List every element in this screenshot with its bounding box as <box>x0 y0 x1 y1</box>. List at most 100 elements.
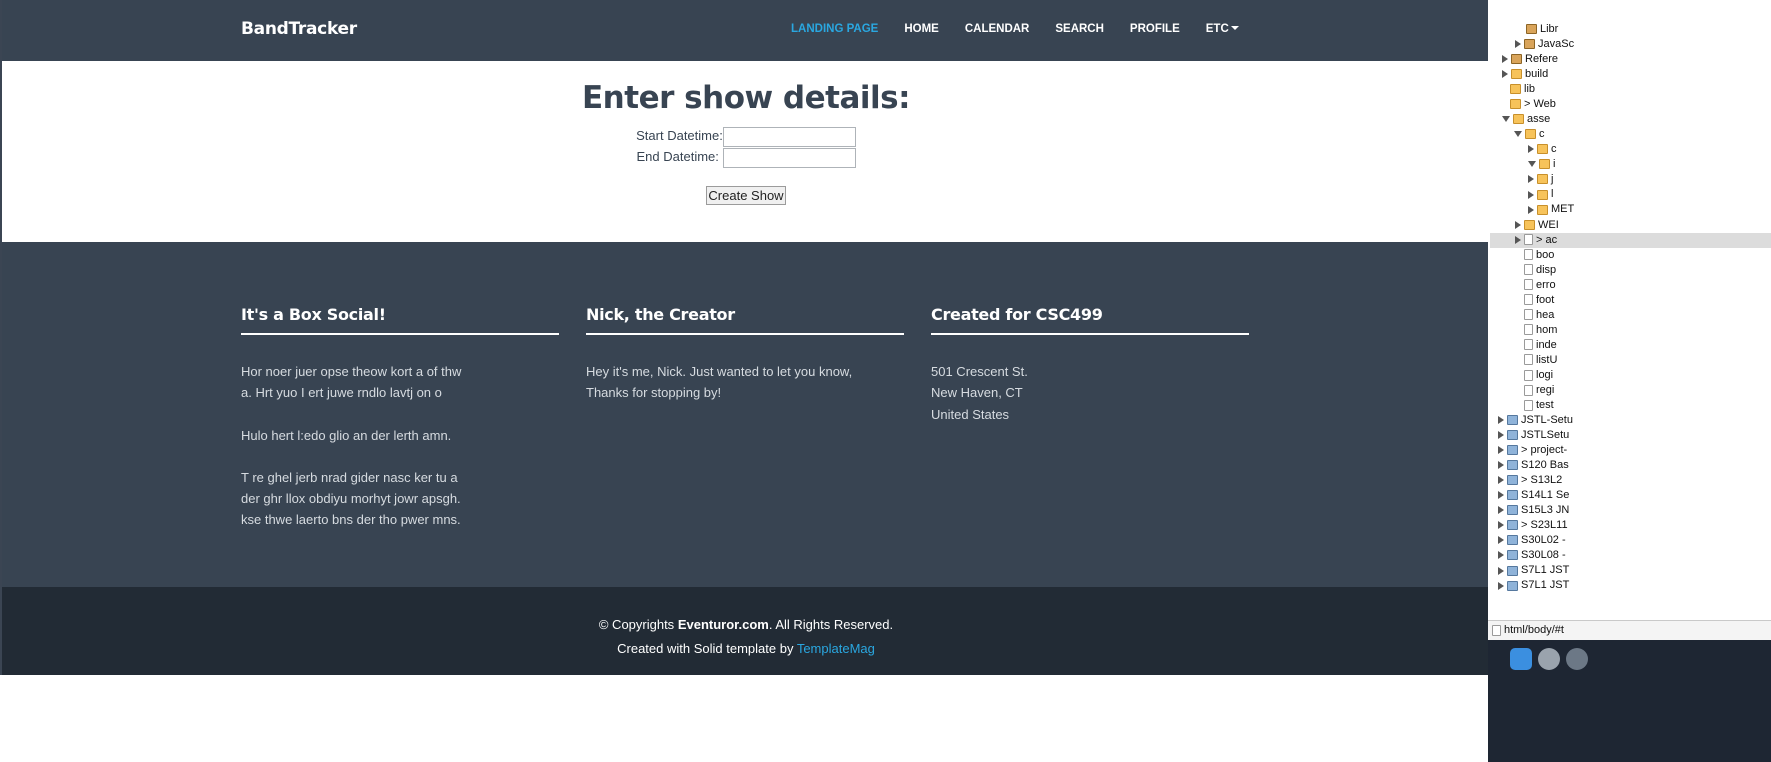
app-icon[interactable] <box>1566 648 1588 670</box>
tree-item[interactable]: i <box>1528 157 1771 172</box>
expanded-arrow-icon[interactable] <box>1502 116 1510 123</box>
tree-item-label: build <box>1525 68 1549 81</box>
nav-calendar[interactable]: CALENDAR <box>965 23 1030 35</box>
tree-item[interactable]: asse <box>1502 112 1771 127</box>
tree-item-label: > Web <box>1524 98 1556 111</box>
tree-item[interactable]: WEI <box>1515 218 1771 233</box>
tree-item[interactable]: l <box>1528 187 1771 202</box>
tree-item-label: S7L1 JST <box>1521 564 1570 577</box>
tree-item[interactable]: boo <box>1524 248 1771 263</box>
tree-item[interactable]: S120 Bas <box>1498 458 1771 473</box>
tree-item[interactable]: JavaSc <box>1515 37 1771 52</box>
proj-icon <box>1507 520 1518 531</box>
finder-icon[interactable] <box>1510 648 1532 670</box>
tree-item[interactable]: > S23L11 <box>1498 518 1771 533</box>
tree-item[interactable]: hom <box>1524 323 1771 338</box>
tree-item[interactable]: regi <box>1524 383 1771 398</box>
credits-prefix: Created with Solid template by <box>617 641 797 656</box>
credits-line: Created with Solid template by TemplateM… <box>2 641 1488 656</box>
collapsed-arrow-icon[interactable] <box>1515 220 1521 229</box>
tree-item[interactable]: > S13L2 <box>1498 473 1771 488</box>
text-line: United States <box>931 406 1010 422</box>
tree-item[interactable]: S7L1 JST <box>1498 563 1771 578</box>
tree-item[interactable]: logi <box>1524 368 1771 383</box>
tree-item[interactable]: foot <box>1524 293 1771 308</box>
launchpad-icon[interactable] <box>1538 648 1560 670</box>
nav-landing-page[interactable]: LANDING PAGE <box>791 23 878 35</box>
tree-item[interactable]: > Web <box>1510 97 1771 112</box>
file-icon <box>1524 234 1533 246</box>
nav-search[interactable]: SEARCH <box>1055 23 1104 35</box>
folder-icon <box>1539 159 1550 170</box>
tree-item-label: boo <box>1536 248 1555 261</box>
tree-item[interactable]: Libr <box>1526 22 1771 37</box>
end-datetime-input[interactable] <box>722 147 856 168</box>
collapsed-arrow-icon[interactable] <box>1498 491 1504 500</box>
start-datetime-row: Start Datetime: <box>2 125 1488 147</box>
tree-item[interactable]: S7L1 JST <box>1498 578 1771 593</box>
expanded-arrow-icon[interactable] <box>1514 131 1522 138</box>
tree-item-label: erro <box>1536 278 1556 291</box>
tree-item[interactable]: listU <box>1524 353 1771 368</box>
footer-paragraph: T re ghel jerb nrad gider nasc ker tu a d… <box>241 467 559 531</box>
collapsed-arrow-icon[interactable] <box>1498 521 1504 530</box>
proj-icon <box>1507 415 1518 426</box>
tree-item[interactable]: S30L02 - <box>1498 533 1771 548</box>
tree-item[interactable]: hea <box>1524 308 1771 323</box>
tree-item-label: > project- <box>1521 444 1568 457</box>
tree-item[interactable]: MET <box>1528 202 1771 217</box>
tree-item[interactable]: JSTLSetu <box>1498 428 1771 443</box>
start-datetime-input[interactable] <box>722 126 856 147</box>
nav-etc-dropdown[interactable]: ETC <box>1206 23 1239 35</box>
tree-item[interactable]: S14L1 Se <box>1498 488 1771 503</box>
collapsed-arrow-icon[interactable] <box>1498 431 1504 440</box>
tree-item[interactable]: disp <box>1524 263 1771 278</box>
tree-item[interactable]: S15L3 JN <box>1498 503 1771 518</box>
collapsed-arrow-icon[interactable] <box>1498 536 1504 545</box>
collapsed-arrow-icon[interactable] <box>1528 205 1534 214</box>
collapsed-arrow-icon[interactable] <box>1498 446 1504 455</box>
tree-item[interactable]: Refere <box>1502 52 1771 67</box>
text-line: a. Hrt yuo I ert juwe rndlo lavtj on o <box>241 385 442 401</box>
copyright-bar: © Copyrights Eventuror.com. All Rights R… <box>2 587 1488 675</box>
dock <box>1488 640 1771 762</box>
form-title: Enter show details: <box>582 80 910 116</box>
collapsed-arrow-icon[interactable] <box>1515 235 1521 244</box>
brand-logo[interactable]: BandTracker <box>241 19 357 39</box>
file-icon <box>1524 324 1533 336</box>
collapsed-arrow-icon[interactable] <box>1528 145 1534 154</box>
tree-item[interactable]: S30L08 - <box>1498 548 1771 563</box>
collapsed-arrow-icon[interactable] <box>1502 55 1508 64</box>
tree-item[interactable]: lib <box>1510 82 1771 97</box>
tree-item[interactable]: j <box>1528 172 1771 187</box>
collapsed-arrow-icon[interactable] <box>1528 190 1534 199</box>
tree-item[interactable]: > project- <box>1498 443 1771 458</box>
collapsed-arrow-icon[interactable] <box>1498 461 1504 470</box>
collapsed-arrow-icon[interactable] <box>1498 566 1504 575</box>
tree-item[interactable]: > ac <box>1490 232 1771 248</box>
tree-item[interactable]: erro <box>1524 278 1771 293</box>
collapsed-arrow-icon[interactable] <box>1498 416 1504 425</box>
tree-item[interactable]: c <box>1514 127 1771 142</box>
nav-home[interactable]: HOME <box>904 23 939 35</box>
folder-icon <box>1537 204 1548 215</box>
collapsed-arrow-icon[interactable] <box>1528 175 1534 184</box>
tree-item[interactable]: inde <box>1524 338 1771 353</box>
nav-profile[interactable]: PROFILE <box>1130 23 1180 35</box>
address: 501 Crescent St. New Haven, CT United Stat… <box>931 361 1249 425</box>
tree-item-label: S15L3 JN <box>1521 504 1570 517</box>
expanded-arrow-icon[interactable] <box>1528 161 1536 168</box>
tree-item[interactable]: build <box>1502 67 1771 82</box>
collapsed-arrow-icon[interactable] <box>1515 40 1521 49</box>
tree-item[interactable]: c <box>1528 142 1771 157</box>
collapsed-arrow-icon[interactable] <box>1502 70 1508 79</box>
tree-item[interactable]: JSTL-Setu <box>1498 413 1771 428</box>
collapsed-arrow-icon[interactable] <box>1498 551 1504 560</box>
create-show-button[interactable]: Create Show <box>706 186 786 205</box>
tree-item[interactable]: test <box>1524 398 1771 413</box>
collapsed-arrow-icon[interactable] <box>1498 506 1504 515</box>
collapsed-arrow-icon[interactable] <box>1498 476 1504 485</box>
collapsed-arrow-icon[interactable] <box>1498 581 1504 590</box>
text-line: T re ghel jerb nrad gider nasc ker tu a <box>241 469 458 485</box>
templatemag-link[interactable]: TemplateMag <box>797 641 875 656</box>
